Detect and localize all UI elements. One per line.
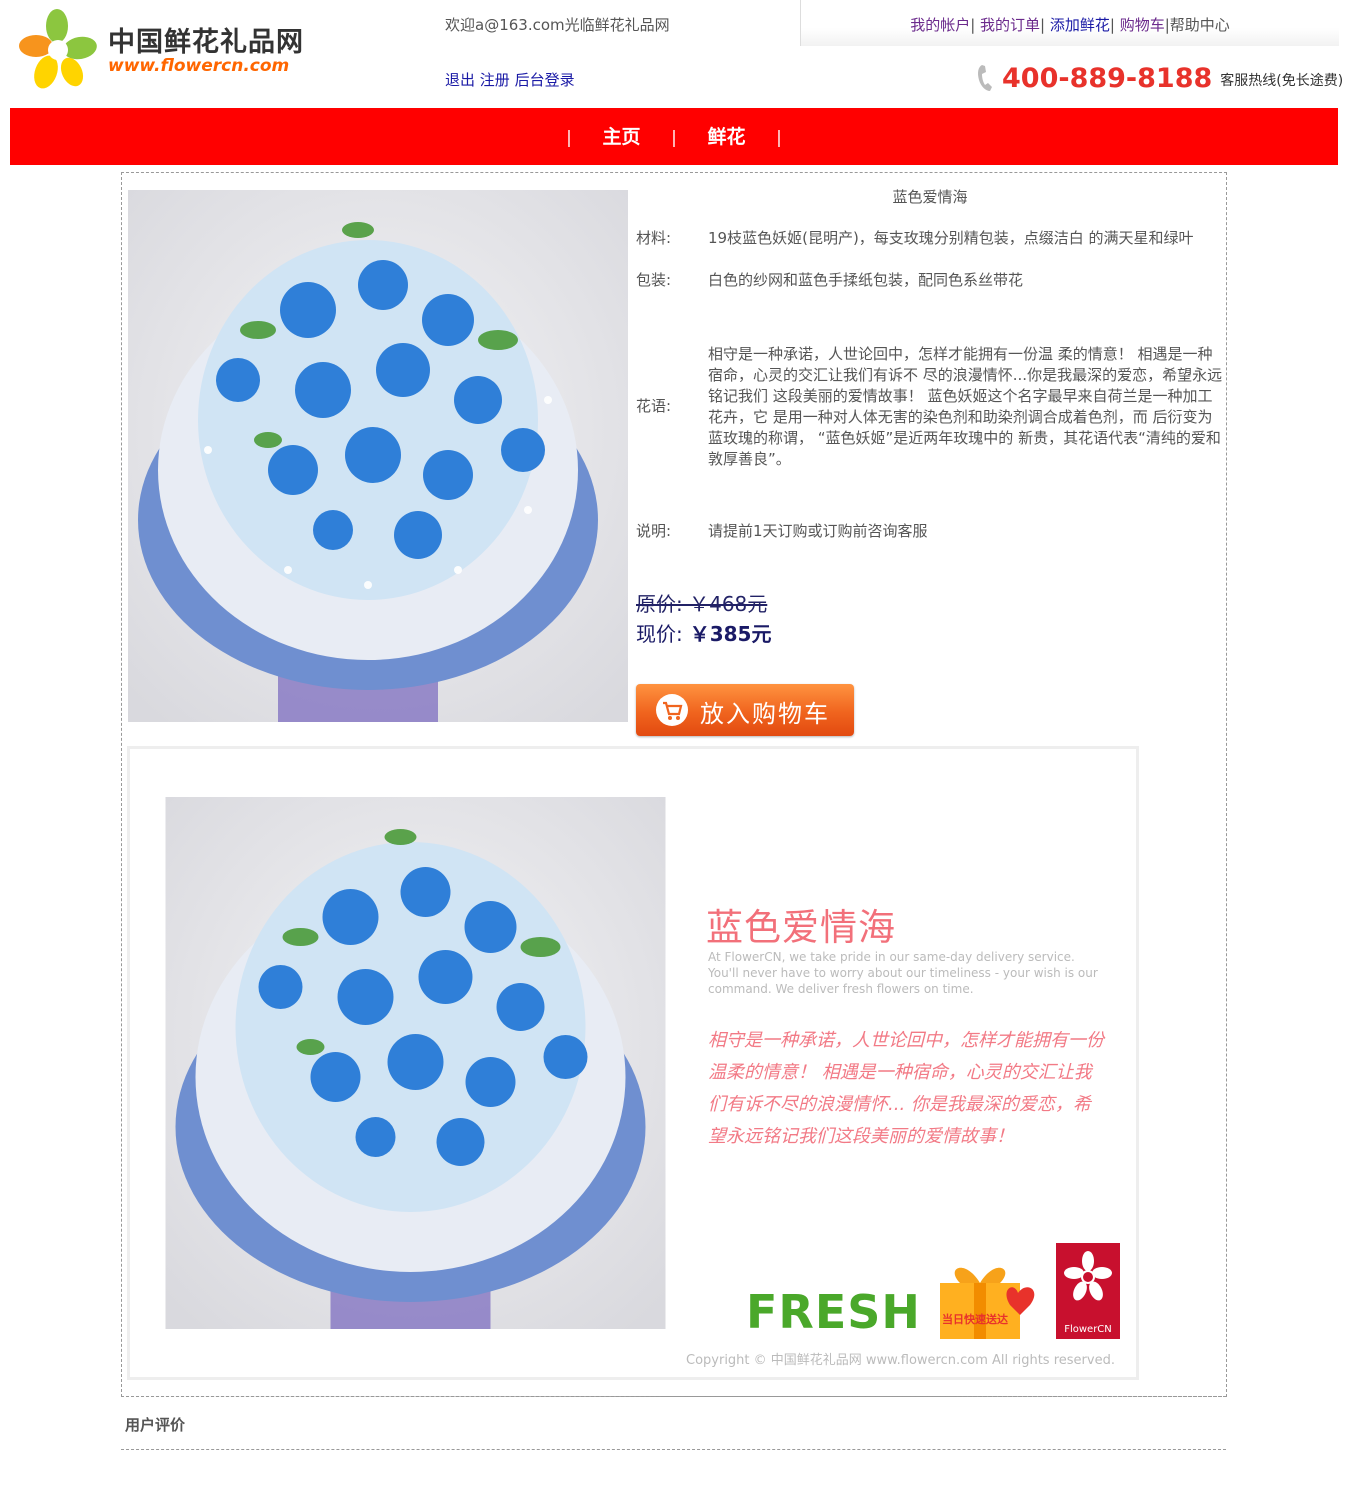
hotline-number: 400-889-8188 (1002, 62, 1213, 94)
meaning-row: 花语: 相守是一种承诺，人世论回中，怎样才能拥有一份温 柔的情意！ 相遇是一种宿… (636, 344, 1224, 474)
banner-photo (165, 797, 666, 1329)
note-value: 请提前1天订购或订购前咨询客服 (708, 522, 928, 540)
top-nav-box: 我的帐户| 我的订单| 添加鲜花| 购物车|帮助中心 (800, 0, 1339, 46)
fresh-logo: FRESH (746, 1285, 921, 1339)
meaning-label: 花语: (636, 397, 672, 415)
auth-links: 退出 注册 后台登录 (445, 69, 575, 90)
review-bottom-divider (121, 1449, 1226, 1450)
nav-home[interactable]: 主页 (602, 126, 640, 148)
material-value: 19枝蓝色妖姬(昆明产)，每支玫瑰分别精包装，点缀洁白 的满天星和绿叶 (708, 229, 1194, 247)
current-price: ￥385元 (689, 622, 772, 646)
nav-separator: | (671, 128, 677, 148)
add-to-cart-button[interactable]: 放入购物车 (636, 684, 854, 736)
flowercn-badge: FlowerCN (1056, 1243, 1120, 1339)
banner-english-text: At FlowerCN, we take pride in our same-d… (708, 950, 1098, 996)
meaning-value: 相守是一种承诺，人世论回中，怎样才能拥有一份温 柔的情意！ 相遇是一种宿命，心灵… (708, 345, 1223, 468)
packaging-row: 包装: 白色的纱网和蓝色手揉纸包装，配同色系丝带花 (636, 270, 1224, 292)
main-nav-bar: | 主页 | 鲜花 | (10, 108, 1338, 165)
add-flower-link[interactable]: 添加鲜花 (1050, 16, 1110, 34)
nav-flowers[interactable]: 鲜花 (707, 126, 745, 148)
my-account-link[interactable]: 我的帐户 (910, 16, 970, 34)
logo-url: www.flowercn.com (108, 56, 290, 76)
my-orders-link[interactable]: 我的订单 (980, 16, 1040, 34)
product-banner: 蓝色爱情海 At FlowerCN, we take pride in our … (127, 746, 1139, 1380)
flower-badge-icon (1064, 1251, 1112, 1301)
badge-label: FlowerCN (1064, 1324, 1112, 1335)
original-price: 原价: ￥468元 (636, 592, 768, 616)
flower-logo-icon (19, 9, 97, 89)
logo-title-cn: 中国鲜花礼品网 (108, 27, 304, 58)
note-row: 说明: 请提前1天订购或订购前咨询客服 (636, 521, 1224, 543)
logout-link[interactable]: 退出 (445, 71, 475, 89)
material-row: 材料: 19枝蓝色妖姬(昆明产)，每支玫瑰分别精包装，点缀洁白 的满天星和绿叶 (636, 228, 1224, 250)
material-label: 材料: (636, 229, 672, 247)
hotline-text: 客服热线(免长途费) (1220, 73, 1344, 89)
packaging-value: 白色的纱网和蓝色手揉纸包装，配同色系丝带花 (708, 271, 1024, 289)
add-to-cart-label: 放入购物车 (700, 700, 830, 728)
phone-icon (978, 65, 992, 91)
banner-copyright: Copyright © 中国鲜花礼品网 www.flowercn.com All… (686, 1353, 1115, 1368)
site-logo[interactable]: 中国鲜花礼品网 www.flowercn.com (14, 6, 304, 96)
review-divider (121, 1396, 1226, 1397)
packaging-label: 包装: (636, 271, 672, 289)
banner-title: 蓝色爱情海 (706, 906, 896, 949)
register-link[interactable]: 注册 (480, 71, 510, 89)
cart-link[interactable]: 购物车 (1120, 16, 1165, 34)
note-label: 说明: (636, 522, 672, 540)
current-price-row: 现价: ￥385元 (636, 618, 771, 647)
current-price-label: 现价: (636, 622, 683, 646)
top-nav: 我的帐户| 我的订单| 添加鲜花| 购物车|帮助中心 (910, 16, 1230, 34)
product-title: 蓝色爱情海 (892, 188, 968, 206)
nav-separator: | (776, 128, 782, 148)
hotline: 400-889-8188 客服热线(免长途费) (976, 60, 1343, 96)
cart-icon (656, 694, 688, 726)
gift-text: 当日快速送达 (942, 1313, 1008, 1326)
product-photo (128, 190, 628, 722)
admin-login-link[interactable]: 后台登录 (515, 71, 575, 89)
gift-box-icon (940, 1267, 1035, 1339)
review-title: 用户评价 (125, 1416, 186, 1434)
banner-poem: 相守是一种承诺，人世论回中，怎样才能拥有一份温柔的情意！ 相遇是一种宿命，心灵的… (708, 1030, 1104, 1147)
main-nav: | 主页 | 鲜花 | (10, 122, 1338, 149)
welcome-text: 欢迎a@163.com光临鲜花礼品网 (445, 16, 670, 34)
nav-separator: | (566, 128, 572, 148)
help-center-link[interactable]: 帮助中心 (1170, 16, 1230, 34)
